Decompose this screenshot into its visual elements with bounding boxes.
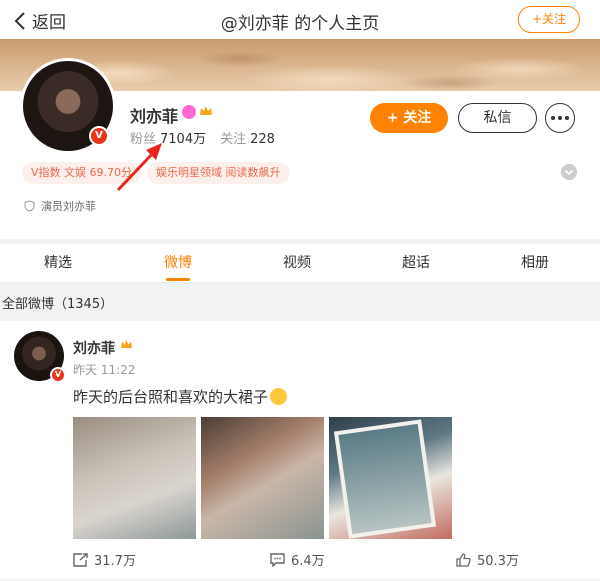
- tab-super-topic[interactable]: 超话: [402, 252, 430, 272]
- top-bar: 返回 @刘亦菲 的个人主页 +关注: [0, 0, 600, 40]
- post-photo[interactable]: [201, 417, 324, 539]
- comment-icon: [270, 552, 285, 567]
- post-text-content: 昨天的后台照和喜欢的大裙子: [73, 388, 269, 406]
- following-label[interactable]: 关注: [220, 132, 246, 147]
- thumbs-up-icon: [456, 552, 471, 567]
- follow-button[interactable]: + 关注: [370, 103, 448, 133]
- section-title: 全部微博（1345）: [2, 297, 114, 312]
- verification-info: 演员刘亦菲: [24, 198, 96, 214]
- post-photo[interactable]: [73, 417, 196, 539]
- tongue-emoji-icon: [270, 388, 288, 405]
- more-options-button[interactable]: [545, 103, 575, 133]
- post-photo[interactable]: [329, 417, 452, 539]
- following-count[interactable]: 228: [250, 132, 275, 147]
- verification-text: 演员刘亦菲: [41, 200, 96, 213]
- post-time[interactable]: 昨天 11:22: [73, 361, 135, 378]
- level-icon[interactable]: [182, 105, 196, 119]
- profile-card: V 刘亦菲 粉丝 7104万 关注 228 + 关注 私信 V指数 文娱 69.70分…: [0, 58, 600, 239]
- comment-button[interactable]: 6.4万: [270, 550, 325, 569]
- crown-icon[interactable]: [120, 339, 133, 350]
- header-follow-button[interactable]: +关注: [518, 6, 580, 33]
- chevron-down-icon[interactable]: [561, 164, 577, 180]
- weibo-post: V 刘亦菲 昨天 11:22 昨天的后台照和喜欢的大裙子 31.7万 6.4万 …: [0, 321, 600, 579]
- post-text: 昨天的后台照和喜欢的大裙子: [73, 386, 288, 407]
- like-button[interactable]: 50.3万: [456, 550, 519, 569]
- post-author-name[interactable]: 刘亦菲: [73, 338, 115, 358]
- verified-badge-icon: V: [50, 367, 66, 383]
- dot-icon: [558, 116, 562, 120]
- page-title: @刘亦菲 的个人主页: [220, 14, 380, 34]
- verified-badge-icon: V: [89, 126, 109, 146]
- repost-icon: [73, 552, 88, 567]
- profile-name: 刘亦菲: [130, 107, 179, 126]
- dot-icon: [565, 116, 569, 120]
- tab-weibo[interactable]: 微博: [164, 252, 192, 272]
- tab-videos[interactable]: 视频: [283, 252, 311, 272]
- like-count: 50.3万: [477, 554, 519, 569]
- tab-album[interactable]: 相册: [521, 252, 549, 272]
- crown-icon[interactable]: [199, 105, 213, 117]
- tab-featured[interactable]: 精选: [44, 252, 72, 272]
- profile-tabs: 精选 微博 视频 超话 相册: [0, 244, 600, 283]
- active-tab-indicator: [166, 278, 190, 281]
- annotation-arrow: [116, 143, 162, 192]
- message-button[interactable]: 私信: [458, 103, 537, 133]
- repost-button[interactable]: 31.7万: [73, 550, 136, 569]
- shield-icon: [24, 200, 35, 212]
- comment-count: 6.4万: [291, 554, 325, 569]
- dot-icon: [551, 116, 555, 120]
- repost-count: 31.7万: [94, 554, 136, 569]
